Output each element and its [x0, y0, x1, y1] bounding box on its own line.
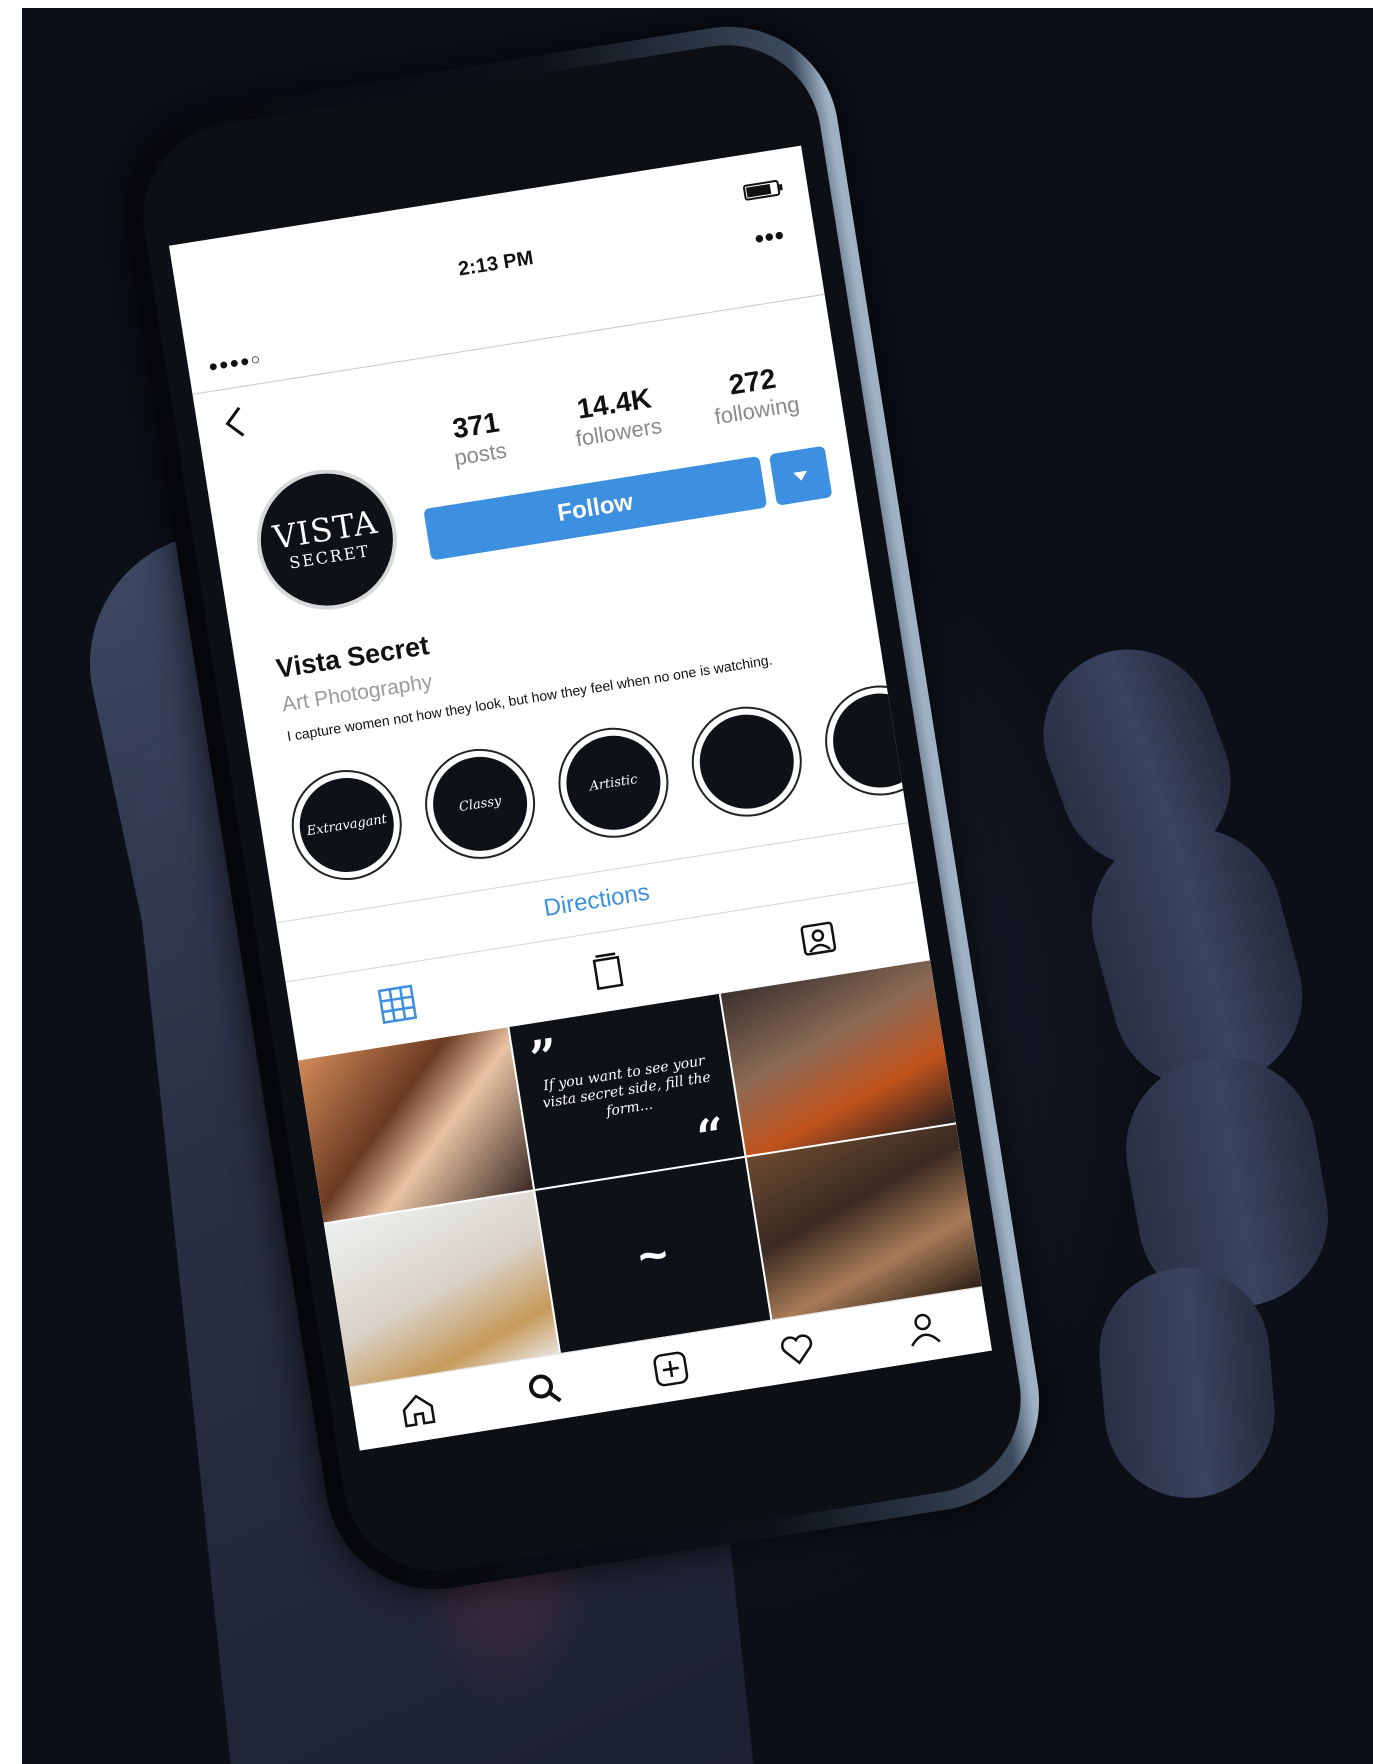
stat-followers[interactable]: 14.4K followers	[547, 378, 684, 456]
search-icon[interactable]	[523, 1367, 566, 1410]
post-thumbnail[interactable]	[298, 1027, 534, 1223]
photo-background: 2:13 PM ••• ●●●●○ VISTA SECRET 371 posts…	[22, 8, 1373, 1764]
highlight-label: Classy	[426, 750, 534, 858]
highlight-extravagant[interactable]: Extravagant	[283, 762, 410, 888]
post-tilde[interactable]: ~	[535, 1157, 771, 1353]
post-thumbnail[interactable]	[746, 1124, 982, 1320]
tilde-text: ~	[634, 1225, 672, 1286]
highlight-item[interactable]	[683, 698, 810, 825]
profile-stats: 371 posts 14.4K followers 272 following	[409, 356, 823, 477]
highlight-label: Extravagant	[292, 771, 401, 879]
post-thumbnail[interactable]	[720, 960, 956, 1156]
quote-open-icon: ”	[526, 1028, 563, 1088]
post-thumbnail[interactable]	[323, 1191, 560, 1387]
add-post-icon[interactable]	[649, 1347, 692, 1390]
battery-icon	[742, 179, 781, 202]
highlight-classy[interactable]: Classy	[417, 740, 544, 867]
avatar[interactable]: VISTA SECRET	[246, 459, 407, 620]
highlight-label: Artistic	[559, 728, 668, 837]
follow-button[interactable]: Follow	[423, 455, 768, 561]
more-options-icon[interactable]: •••	[752, 219, 787, 254]
quote-text: If you want to see your vista secret sid…	[541, 1052, 712, 1120]
tagged-icon[interactable]	[796, 915, 842, 961]
home-icon[interactable]	[396, 1387, 439, 1430]
highlight-artistic[interactable]: Artistic	[550, 719, 677, 846]
post-quote[interactable]: ” If you want to see your vista secret s…	[509, 993, 745, 1190]
heart-icon[interactable]	[776, 1327, 819, 1370]
grid-icon[interactable]	[374, 981, 420, 1027]
signal-icon: ●●●●○	[207, 350, 263, 376]
stat-posts[interactable]: 371 posts	[409, 400, 546, 478]
caret-down-icon	[793, 470, 809, 482]
quote-close-icon: “	[693, 1107, 730, 1167]
stat-following[interactable]: 272 following	[686, 356, 823, 434]
profile-icon[interactable]	[902, 1307, 945, 1350]
suggestions-dropdown-button[interactable]	[768, 445, 833, 506]
highlight-label	[693, 707, 801, 816]
feed-icon[interactable]	[585, 948, 631, 994]
back-icon[interactable]	[216, 401, 252, 445]
